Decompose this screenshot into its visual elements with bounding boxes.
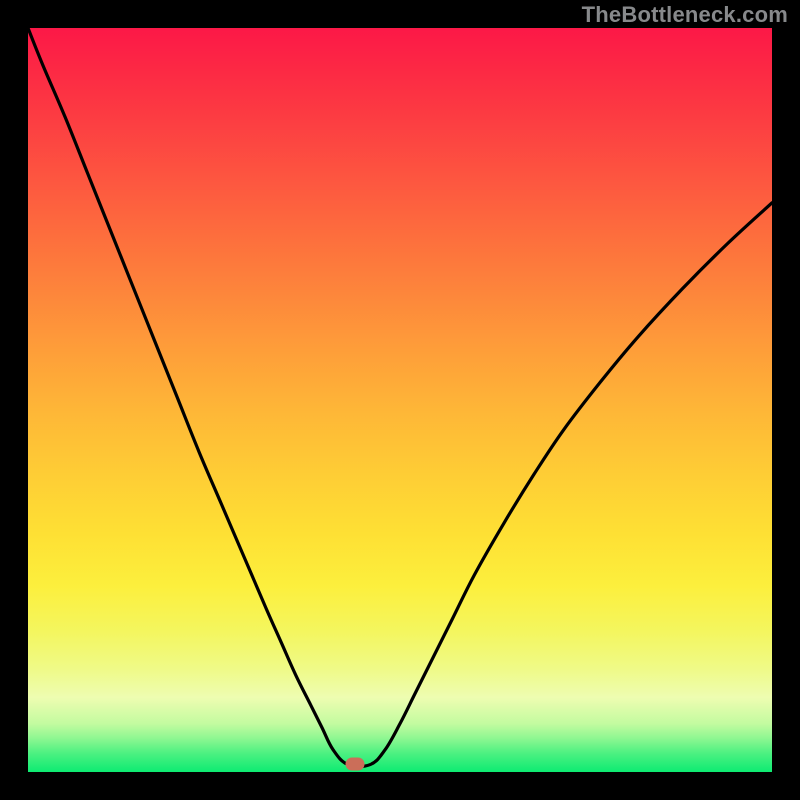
watermark: TheBottleneck.com	[582, 2, 788, 28]
optimal-point-marker	[346, 757, 365, 770]
chart-frame: TheBottleneck.com	[0, 0, 800, 800]
bottleneck-curve	[28, 28, 772, 772]
plot-area	[28, 28, 772, 772]
